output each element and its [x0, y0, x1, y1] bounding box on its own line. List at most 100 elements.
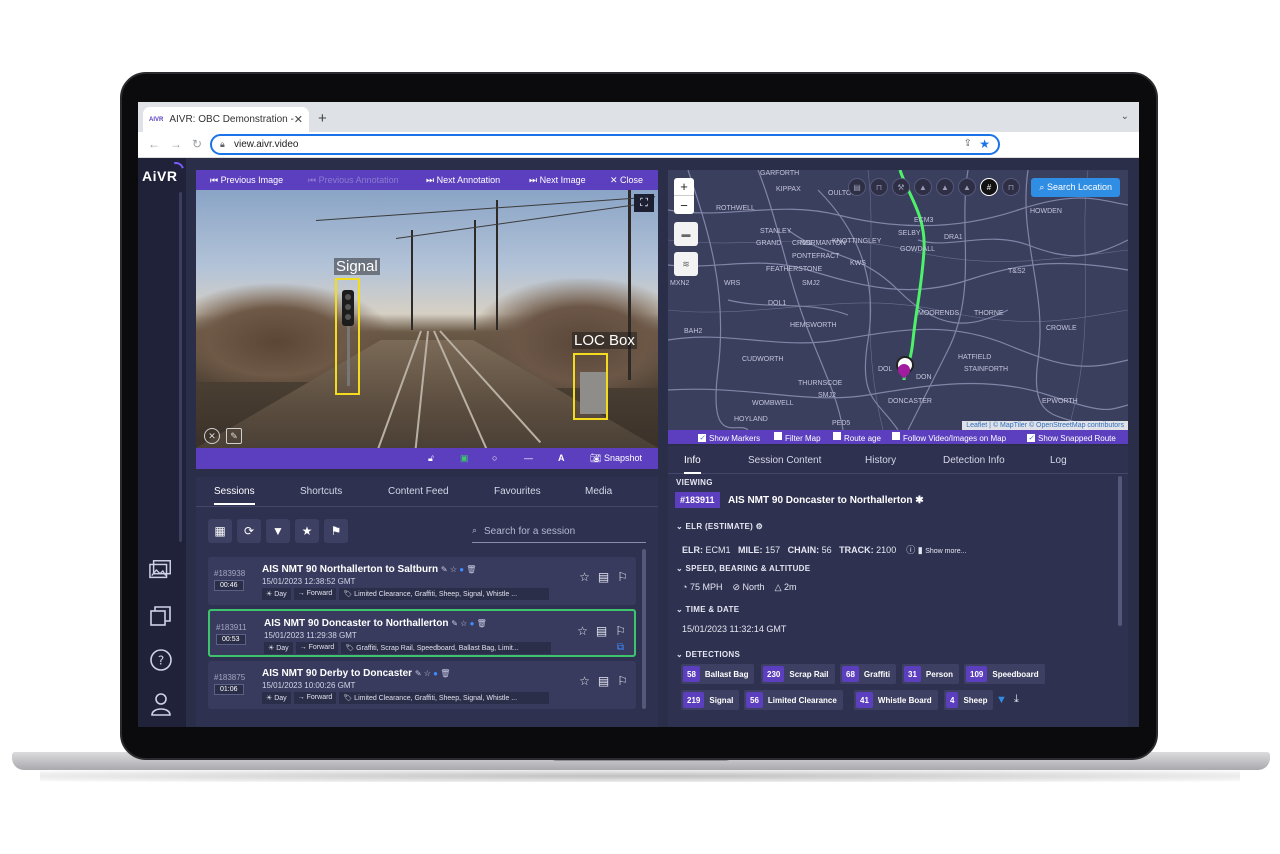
refresh-icon[interactable]: ⟳ — [237, 519, 261, 543]
gallery-icon[interactable] — [149, 558, 173, 582]
time-heading[interactable]: ⌄ TIME & DATE — [676, 605, 739, 614]
search-location-button[interactable]: ⌕ Search Location — [1031, 178, 1120, 197]
tab-detection-info[interactable]: Detection Info — [943, 455, 1005, 466]
snapshot-button[interactable]: 📷︎ Snapshot — [590, 453, 642, 464]
favourite-star-icon[interactable]: ☆ — [579, 674, 590, 688]
speed-heading[interactable]: ⌄ SPEED, BEARING & ALTITUDE — [676, 564, 810, 573]
filter-icon[interactable]: ▼ — [266, 519, 290, 543]
session-row-selected[interactable]: #183911 00:53 AIS NMT 90 Doncaster to No… — [208, 609, 636, 657]
route-map[interactable]: GARFORTH KIPPAX ROTHWELL OULTON STANLEY … — [668, 170, 1128, 430]
chevron-down-icon[interactable]: ⌄ — [1121, 111, 1129, 122]
warning-icon[interactable]: ▲ — [936, 178, 954, 196]
detection-chip[interactable]: 219 Signal — [681, 690, 740, 710]
close-tab-icon[interactable]: ✕ — [294, 113, 303, 126]
text-tool-icon[interactable]: A — [558, 453, 565, 463]
bookmark-star-icon[interactable]: ★ — [979, 137, 990, 151]
session-name[interactable]: AIS NMT 90 Doncaster to Northallerton ✎ … — [264, 618, 487, 629]
follow-video-checkbox[interactable]: Follow Video/Images on Map — [892, 432, 1006, 443]
filter-map-checkbox[interactable]: Filter Map — [774, 432, 821, 443]
clear-icon[interactable]: ✕ — [204, 428, 220, 444]
route-age-checkbox[interactable]: Route age — [833, 432, 881, 443]
fullscreen-icon[interactable]: ⛶ — [634, 194, 654, 212]
forward-icon[interactable]: → — [170, 137, 182, 151]
help-icon[interactable]: ? — [149, 648, 173, 672]
track-image[interactable]: Signal LOC Box ⛶ ✕ ✎ — [196, 190, 658, 448]
next-annotation-button[interactable]: ⏭ Next Annotation — [426, 175, 500, 186]
tab-content-feed[interactable]: Content Feed — [388, 486, 449, 497]
filter-icon[interactable]: ▼ — [996, 694, 1007, 706]
tab-media[interactable]: Media — [585, 486, 612, 497]
share-icon[interactable]: ⇪ — [964, 138, 972, 149]
detections-heading[interactable]: ⌄ DETECTIONS — [676, 650, 740, 659]
previous-annotation-button[interactable]: ⏮ Previous Annotation — [308, 175, 399, 186]
address-bar[interactable]: 🔒︎ view.aivr.video ⇪ ★ — [210, 134, 1000, 155]
wrench-icon[interactable]: ⚒ — [892, 178, 910, 196]
unlock-icon[interactable]: 🔓︎ — [428, 453, 434, 464]
bridge-icon[interactable]: ⊓ — [870, 178, 888, 196]
tab-history[interactable]: History — [865, 455, 896, 466]
session-inline-icons[interactable]: ✎ ☆ ● 🗑︎ — [415, 669, 451, 678]
show-snapped-route-checkbox[interactable]: ✓ Show Snapped Route — [1027, 432, 1116, 443]
detection-chip[interactable]: 56 Limited Clearance — [744, 690, 843, 710]
show-more-link[interactable]: Show more... — [925, 548, 966, 555]
warning-icon[interactable]: ▲ — [958, 178, 976, 196]
session-name[interactable]: AIS NMT 90 Derby to Doncaster ✎ ☆ ● 🗑︎ — [262, 668, 450, 679]
tab-shortcuts[interactable]: Shortcuts — [300, 486, 342, 497]
session-search-input[interactable]: ⌕ Search for a session — [472, 519, 646, 543]
flag-icon[interactable]: ⚐ — [617, 570, 628, 584]
film-icon[interactable]: ▤ — [598, 674, 609, 688]
tab-info[interactable]: Info — [684, 455, 701, 474]
bounding-box-tool-icon[interactable]: ▣ — [460, 453, 469, 464]
favourite-star-icon[interactable]: ☆ — [579, 570, 590, 584]
map-tool-icon[interactable]: ▤ — [848, 178, 866, 196]
tunnel-icon[interactable]: ⊓ — [1002, 178, 1020, 196]
show-markers-checkbox[interactable]: ✓ Show Markers — [698, 432, 760, 443]
detection-chip[interactable]: 230 Scrap Rail — [761, 664, 835, 684]
tab-favourites[interactable]: Favourites — [494, 486, 541, 497]
circle-tool-icon[interactable]: ○ — [492, 453, 497, 463]
detection-chip[interactable]: 68 Graffiti — [840, 664, 897, 684]
detection-box-loc-box[interactable] — [573, 353, 608, 420]
detection-chip[interactable]: 41 Whistle Board — [854, 690, 938, 710]
session-row[interactable]: #183938 00:46 AIS NMT 90 Northallerton t… — [208, 557, 636, 605]
map-link-icon[interactable]: ⧉ — [617, 642, 624, 653]
flag-icon[interactable]: ⚐ — [615, 624, 626, 638]
session-inline-icons[interactable]: ✎ ☆ ● 🗑︎ — [451, 619, 487, 628]
next-image-button[interactable]: ⏭ Next Image — [529, 175, 586, 186]
tab-session-content[interactable]: Session Content — [748, 455, 821, 466]
user-icon[interactable] — [149, 692, 173, 716]
favourite-star-icon[interactable]: ★ — [295, 519, 319, 543]
favourite-star-icon[interactable]: ☆ — [577, 624, 588, 638]
tab-sessions[interactable]: Sessions — [214, 486, 255, 505]
windows-icon[interactable] — [149, 604, 173, 628]
download-icon[interactable]: ⤓ — [1014, 693, 1019, 706]
flag-icon[interactable]: ⚐ — [617, 674, 628, 688]
reload-icon[interactable]: ↻ — [192, 137, 202, 151]
previous-image-button[interactable]: ⏮ Previous Image — [210, 175, 283, 186]
film-icon[interactable]: ▤ — [596, 624, 607, 638]
browser-tab[interactable]: AIVR AIVR: OBC Demonstration - FF ✕ — [143, 107, 309, 132]
session-name[interactable]: AIS NMT 90 Northallerton to Saltburn ✎ ☆… — [262, 564, 476, 575]
zoom-in-button[interactable]: + — [674, 178, 694, 196]
detection-chip[interactable]: 31 Person — [902, 664, 960, 684]
track-icon[interactable]: # — [980, 178, 998, 196]
film-icon[interactable]: ▤ — [598, 570, 609, 584]
session-list-scrollbar[interactable] — [642, 549, 646, 709]
session-inline-icons[interactable]: ✎ ☆ ● 🗑︎ — [441, 565, 477, 574]
detection-box-signal[interactable] — [335, 278, 360, 395]
back-icon[interactable]: ← — [148, 137, 160, 151]
detection-chip[interactable]: 4 Sheep — [944, 690, 994, 710]
detection-chip[interactable]: 109 Speedboard — [964, 664, 1045, 684]
rail-scrollbar[interactable] — [179, 192, 182, 542]
close-viewer-button[interactable]: ✕ Close — [610, 175, 643, 186]
new-tab-icon[interactable]: + — [318, 110, 327, 127]
edit-icon[interactable]: ✎ — [226, 428, 242, 444]
bug-icon[interactable]: ✱ — [915, 495, 923, 506]
info-scrollbar[interactable] — [1118, 476, 1122, 626]
warning-icon[interactable]: ▲ — [914, 178, 932, 196]
tab-log[interactable]: Log — [1050, 455, 1067, 466]
line-tool-icon[interactable]: — — [524, 453, 533, 463]
session-row[interactable]: #183875 01:06 AIS NMT 90 Derby to Doncas… — [208, 661, 636, 709]
flag-icon[interactable]: ⚑ — [324, 519, 348, 543]
elr-heading[interactable]: ⌄ ELR (ESTIMATE) ⚙ — [676, 522, 763, 531]
